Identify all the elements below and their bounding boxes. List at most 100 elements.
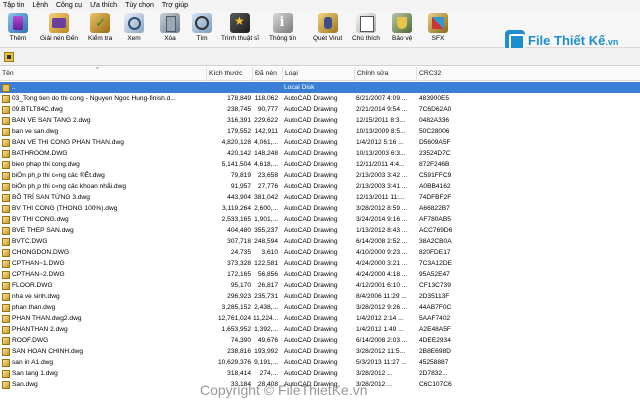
table-row[interactable]: FLOOR.DWG 95,170 26,817 AutoCAD Drawing 4/12… <box>0 280 640 291</box>
table-row[interactable]: nha ve sinh.dwg 296,923 235,731 AutoCAD Dra… <box>0 291 640 302</box>
menu-options[interactable]: Tùy chọn <box>125 2 154 9</box>
column-header-crc[interactable]: CRC32 <box>416 67 466 81</box>
column-header-size[interactable]: Kích thước <box>206 67 251 81</box>
virus-scan-button[interactable]: Quét Virut <box>313 13 342 47</box>
file-crc32: 95A52E47 <box>419 271 450 278</box>
parent-folder-row[interactable]: .. Local Disk <box>0 82 640 93</box>
table-row[interactable]: biÖn ph¸p thi c«ng cäc khoan nhåi.dwg 91,… <box>0 181 640 192</box>
menu-bar: Tập tin Lệnh Công cụ Ưa thích Tùy chọn T… <box>0 0 640 11</box>
menu-file[interactable]: Tập tin <box>3 2 24 9</box>
delete-label: Xóa <box>164 35 176 42</box>
file-modified: 10/13/2009 8:5... <box>356 128 406 135</box>
column-header-name[interactable]: Tên <box>0 67 205 81</box>
file-name: san in A1.dwg <box>12 359 54 366</box>
file-crc32: 2B8E698D <box>419 348 451 355</box>
file-modified: 2/13/2003 3:42 ... <box>356 172 408 179</box>
table-row[interactable]: BAN VE THI CONG PHAN THAN.dwg 4,820,128 4,… <box>0 137 640 148</box>
virus-scan-icon <box>317 13 338 33</box>
file-name: BVE THEP SAN.dwg <box>12 227 74 234</box>
file-packed-size: 2,600,... <box>254 205 278 212</box>
dwg-file-icon <box>2 260 10 268</box>
file-packed-size: 9,191,... <box>254 359 278 366</box>
file-modified: 1/4/2012 5:16 ... <box>356 139 404 146</box>
file-packed-size: 2,438,... <box>254 304 278 311</box>
file-size: 2,533,165 <box>221 216 251 223</box>
dwg-file-icon <box>2 315 10 323</box>
table-row[interactable]: phan than.dwg 3,285,152 2,438,... AutoCAD D… <box>0 302 640 313</box>
wizard-button[interactable]: Trình thuật sĩ <box>221 13 259 47</box>
dwg-file-icon <box>2 95 10 103</box>
file-modified: 4/24/2000 3:21 ... <box>356 260 408 267</box>
table-row[interactable]: CHONGDON.DWG 24,735 3,610 AutoCAD Drawing 4/… <box>0 247 640 258</box>
table-row[interactable]: San tang 1.dwg 318,414 274,... AutoCAD Draw… <box>0 368 640 379</box>
find-button[interactable]: Tìm <box>192 13 212 47</box>
table-row[interactable]: BATHROOM.DWG 420,142 148,248 AutoCAD Drawin… <box>0 148 640 159</box>
file-name: San tang 1.dwg <box>12 370 58 377</box>
dwg-file-icon <box>2 106 10 114</box>
file-packed-size: 355,237 <box>254 227 278 234</box>
file-crc32: C6C107C6 <box>419 381 452 388</box>
extract-to-button[interactable]: Giải nén Đến <box>40 13 78 47</box>
menu-help[interactable]: Trợ giúp <box>162 2 188 9</box>
file-name: phan than.dwg <box>12 304 56 311</box>
table-row[interactable]: bien phap thi cong.dwg 5,141,504 4,618,...… <box>0 159 640 170</box>
dwg-file-icon <box>2 337 10 345</box>
file-name: .. <box>12 84 16 91</box>
column-header-type[interactable]: Loại <box>282 67 354 81</box>
file-size: 5,141,504 <box>221 161 251 168</box>
protect-button[interactable]: Bảo vệ <box>392 13 412 47</box>
file-crc32: ACC769D6 <box>419 227 453 234</box>
sfx-button[interactable]: SFX <box>428 13 448 47</box>
delete-button[interactable]: Xóa <box>160 13 180 47</box>
table-row[interactable]: PHANTHAN 2.dwg 1,653,952 1,392,... AutoCAD … <box>0 324 640 335</box>
file-crc32: 7C3A12DE <box>419 260 452 267</box>
table-row[interactable]: BV THI CONG.dwg 2,533,165 1,901,... AutoCAD… <box>0 214 640 225</box>
file-crc32: 7C6D62A0 <box>419 106 452 113</box>
file-packed-size: 235,731 <box>254 293 278 300</box>
add-button[interactable]: Thêm <box>8 13 28 47</box>
file-packed-size: 1,901,... <box>254 216 278 223</box>
column-header-packed[interactable]: Đã nén <box>252 67 282 81</box>
table-row[interactable]: PHAN THAN.dwg2.dwg 12,761,024 11,224... Aut… <box>0 313 640 324</box>
file-name: PHANTHAN 2.dwg <box>12 326 68 333</box>
column-header-modified[interactable]: Chỉnh sửa <box>354 67 416 81</box>
table-row[interactable]: BỐ TRÍ SAN TỪNG 3.dwg 443,904 381,042 AutoC… <box>0 192 640 203</box>
file-type: AutoCAD Drawing <box>284 139 338 146</box>
table-row[interactable]: ROOF.DWG 74,390 49,676 AutoCAD Drawing 6/14/… <box>0 335 640 346</box>
table-row[interactable]: BVTC.DWG 307,718 248,594 AutoCAD Drawing 6/1… <box>0 236 640 247</box>
logo-text: File Thiết Kế.vn <box>528 33 618 48</box>
file-type: AutoCAD Drawing <box>284 249 338 256</box>
table-row[interactable]: SAN HOAN CHINH.dwg 238,816 193,992 AutoCAD … <box>0 346 640 357</box>
file-type: Local Disk <box>284 84 315 91</box>
table-row[interactable]: BV THI CONG (THONG 100%).dwg 3,119,264 2,6… <box>0 203 640 214</box>
file-type: AutoCAD Drawing <box>284 271 338 278</box>
table-row[interactable]: BVE THEP SAN.dwg 404,480 355,237 AutoCAD Dr… <box>0 225 640 236</box>
table-row[interactable]: ban ve san.dwg 179,552 142,911 AutoCAD Draw… <box>0 126 640 137</box>
view-button[interactable]: Xem <box>124 13 144 47</box>
table-row[interactable]: biÖn ph¸p thi c«ng cäc ®Êt.dwg 79,819 23,6… <box>0 170 640 181</box>
up-folder-icon[interactable] <box>4 52 14 62</box>
file-packed-size: 148,248 <box>254 150 278 157</box>
file-name: FLOOR.DWG <box>12 282 53 289</box>
table-row[interactable]: CPTHAN~1.DWG 373,328 122,581 AutoCAD Drawin… <box>0 258 640 269</box>
info-button[interactable]: Thông tin <box>269 13 296 47</box>
menu-tools[interactable]: Công cụ <box>56 2 82 9</box>
test-icon <box>90 13 111 33</box>
table-row[interactable]: san in A1.dwg 10,629,376 9,191,... AutoCAD … <box>0 357 640 368</box>
table-row[interactable]: CPTHAN~2.DWG 172,165 56,856 AutoCAD Drawing… <box>0 269 640 280</box>
comment-button[interactable]: Chú thích <box>352 13 380 47</box>
menu-commands[interactable]: Lệnh <box>32 2 48 9</box>
dwg-file-icon <box>2 348 10 356</box>
file-crc32: 44AB7F0C <box>419 304 452 311</box>
file-type: AutoCAD Drawing <box>284 260 338 267</box>
menu-favorites[interactable]: Ưa thích <box>90 2 117 9</box>
test-button[interactable]: Kiểm tra <box>88 13 112 47</box>
table-row[interactable]: BAN VE SAN TANG 2.dwg 316,391 229,622 AutoC… <box>0 115 640 126</box>
file-crc32: AF780AB5 <box>419 216 451 223</box>
file-modified <box>356 82 416 93</box>
file-size: 238,816 <box>227 348 251 355</box>
table-row[interactable]: 09.BTLT84C.dwg 238,745 90,777 AutoCAD Drawi… <box>0 104 640 115</box>
file-name: 09.BTLT84C.dwg <box>12 106 63 113</box>
file-modified: 6/14/2008 2:03 ... <box>356 337 408 344</box>
table-row[interactable]: 03_Tong tien do thi cong - Nguyen Ngoc H… <box>0 93 640 104</box>
